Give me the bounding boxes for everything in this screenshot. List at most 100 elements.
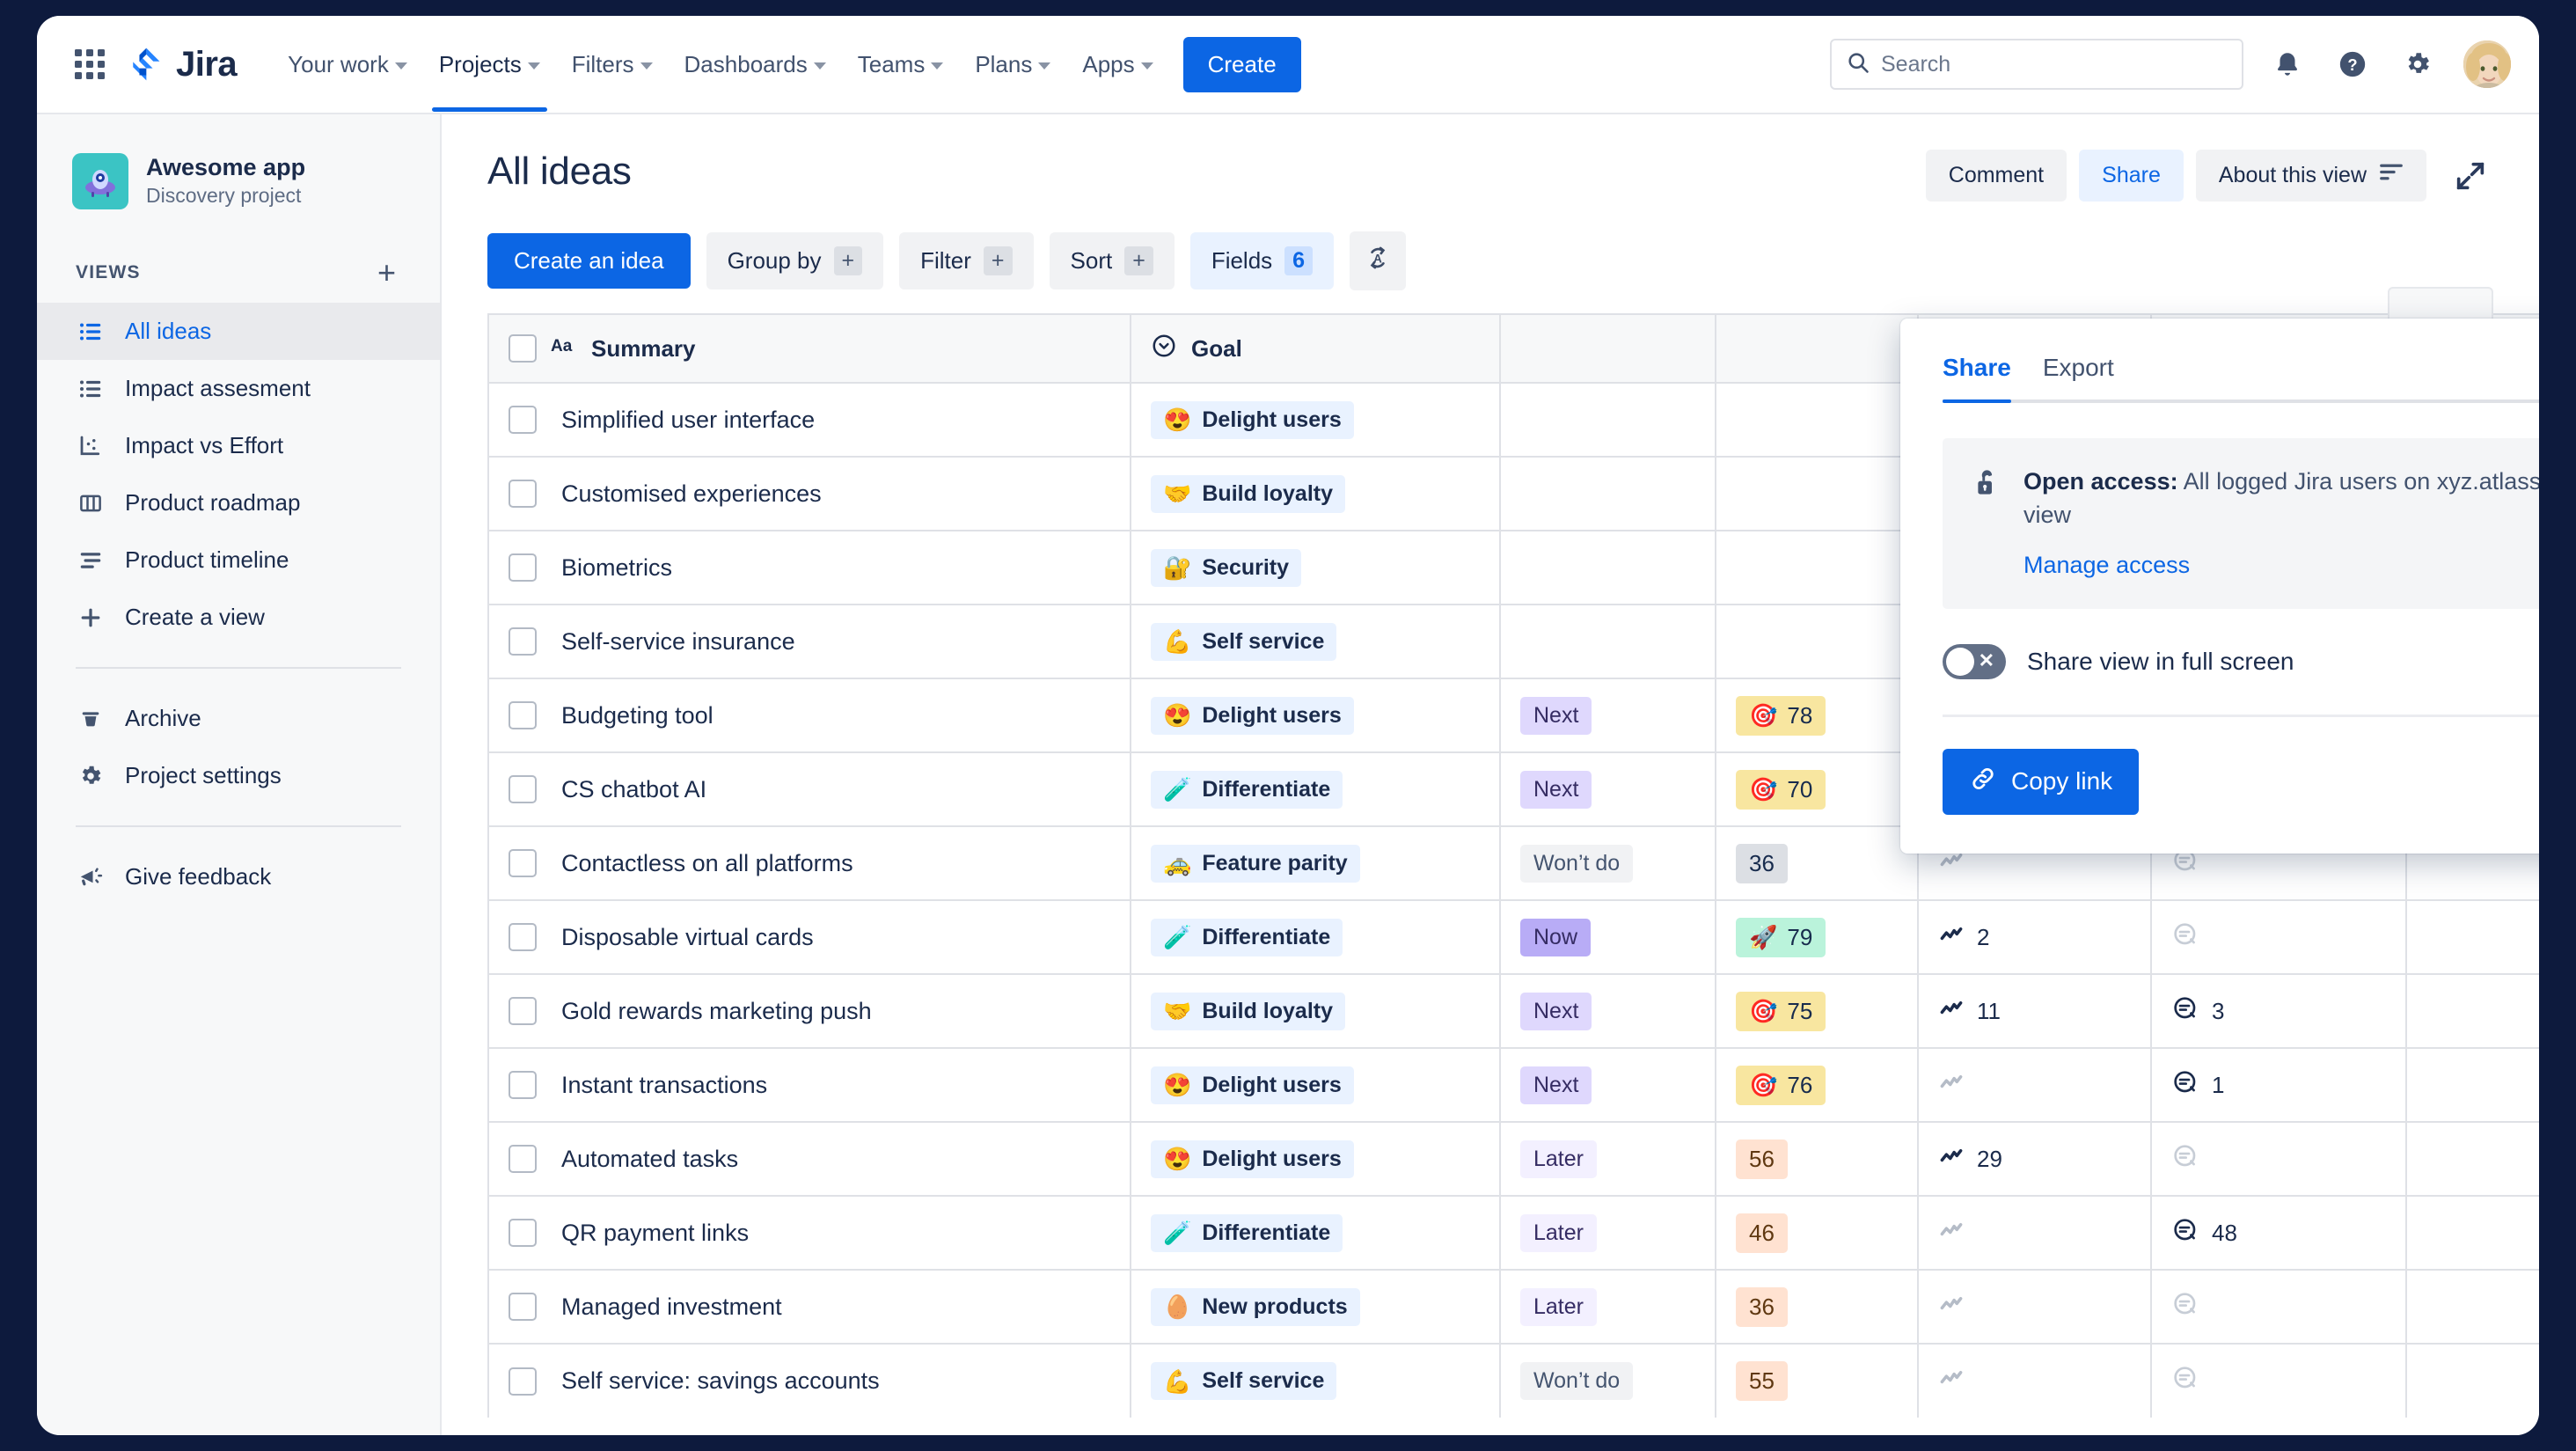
sidebar-item-archive[interactable]: Archive	[37, 690, 440, 747]
cell-score[interactable]: 🎯 78	[1716, 678, 1919, 752]
tab-share[interactable]: Share	[1943, 354, 2011, 403]
status-badge[interactable]: Won’t do	[1520, 844, 1634, 883]
status-badge[interactable]: Now	[1520, 918, 1592, 956]
sidebar-item-all-ideas[interactable]: All ideas	[37, 303, 440, 360]
cell-score[interactable]: 55	[1716, 1343, 1919, 1418]
column-header-summary[interactable]: Aa Summary	[487, 313, 1131, 383]
search-box[interactable]	[1830, 39, 2243, 90]
score-badge[interactable]: 36	[1736, 843, 1788, 883]
cell-status[interactable]: Next	[1500, 973, 1716, 1048]
cell-summary[interactable]: Budgeting tool	[487, 678, 1131, 752]
table-row[interactable]: Gold rewards marketing push 🤝 Build loyal…	[487, 973, 2539, 1048]
cell-goal[interactable]: 💪 Self service	[1131, 604, 1501, 678]
cell-goal[interactable]: 😍 Delight users	[1131, 1047, 1501, 1122]
goal-chip[interactable]: 🚕 Feature parity	[1151, 844, 1360, 883]
project-header[interactable]: Awesome app Discovery project	[37, 132, 440, 218]
cell-status[interactable]: Now	[1500, 899, 1716, 974]
cell-comments[interactable]	[2151, 1269, 2407, 1344]
cell-score[interactable]: 46	[1716, 1195, 1919, 1270]
cell-comments[interactable]: 48	[2151, 1195, 2407, 1270]
help-icon[interactable]: ?	[2331, 43, 2374, 85]
row-checkbox[interactable]	[509, 406, 537, 434]
table-row[interactable]: Automated tasks 😍 Delight users Later 56 …	[487, 1121, 2539, 1196]
column-header-status[interactable]	[1500, 313, 1716, 383]
cell-status[interactable]: Next	[1500, 678, 1716, 752]
cell-summary[interactable]: Gold rewards marketing push	[487, 973, 1131, 1048]
cell-score[interactable]	[1716, 382, 1919, 457]
goal-chip[interactable]: 💪 Self service	[1151, 1362, 1337, 1400]
status-badge[interactable]: Next	[1520, 992, 1592, 1030]
cell-comments[interactable]	[2151, 1343, 2407, 1418]
sidebar-item-impact-vs-effort[interactable]: Impact vs Effort	[37, 417, 440, 474]
goal-chip[interactable]: 🧪 Differentiate	[1151, 770, 1343, 809]
cell-goal[interactable]: 🤝 Build loyalty	[1131, 456, 1501, 531]
jira-logo[interactable]: Jira	[128, 45, 238, 84]
cell-summary[interactable]: CS chatbot AI	[487, 751, 1131, 826]
select-all-checkbox[interactable]	[509, 334, 537, 363]
cell-trend[interactable]: 11	[1918, 973, 2152, 1048]
table-row[interactable]: Self service: savings accounts 💪 Self ser…	[487, 1343, 2539, 1418]
row-checkbox[interactable]	[509, 1367, 537, 1396]
goal-chip[interactable]: 🥚 New products	[1151, 1287, 1360, 1326]
status-badge[interactable]: Later	[1520, 1287, 1597, 1326]
share-fullscreen-toggle[interactable]: ✕	[1943, 643, 2006, 679]
cell-status[interactable]	[1500, 456, 1716, 531]
share-button[interactable]: Share	[2079, 150, 2184, 202]
cell-summary[interactable]: Simplified user interface	[487, 382, 1131, 457]
cell-summary[interactable]: QR payment links	[487, 1195, 1131, 1270]
row-checkbox[interactable]	[509, 1219, 537, 1247]
row-checkbox[interactable]	[509, 701, 537, 729]
row-checkbox[interactable]	[509, 1293, 537, 1321]
about-this-view-button[interactable]: About this view	[2195, 150, 2426, 202]
row-checkbox[interactable]	[509, 627, 537, 656]
cell-score[interactable]	[1716, 604, 1919, 678]
sidebar-item-product-timeline[interactable]: Product timeline	[37, 531, 440, 589]
cell-summary[interactable]: Disposable virtual cards	[487, 899, 1131, 974]
table-row[interactable]: Instant transactions 😍 Delight users Next…	[487, 1047, 2539, 1122]
cell-status[interactable]	[1500, 530, 1716, 605]
cell-status[interactable]: Next	[1500, 1047, 1716, 1122]
cell-comments[interactable]	[2151, 899, 2407, 974]
sort-button[interactable]: Sort +	[1049, 231, 1175, 290]
manage-access-link[interactable]: Manage access	[2023, 552, 2190, 579]
score-badge[interactable]: 56	[1736, 1139, 1788, 1179]
add-view-plus-icon[interactable]: +	[372, 257, 401, 289]
cell-summary[interactable]: Self service: savings accounts	[487, 1343, 1131, 1418]
row-checkbox[interactable]	[509, 775, 537, 803]
sidebar-item-product-roadmap[interactable]: Product roadmap	[37, 474, 440, 531]
goal-chip[interactable]: 😍 Delight users	[1151, 696, 1354, 735]
cell-status[interactable]: Next	[1500, 751, 1716, 826]
cell-summary[interactable]: Contactless on all platforms	[487, 825, 1131, 900]
group-by-button[interactable]: Group by +	[706, 231, 884, 290]
expand-icon[interactable]	[2448, 153, 2493, 199]
create-an-idea-button[interactable]: Create an idea	[487, 233, 691, 289]
nav-item-projects[interactable]: Projects	[423, 39, 556, 112]
nav-item-apps[interactable]: Apps	[1066, 39, 1168, 91]
row-checkbox[interactable]	[509, 849, 537, 877]
table-row[interactable]: Managed investment 🥚 New products Later 3…	[487, 1269, 2539, 1344]
cell-trend[interactable]: 29	[1918, 1121, 2152, 1196]
cell-comments[interactable]: 3	[2151, 973, 2407, 1048]
goal-chip[interactable]: 💪 Self service	[1151, 622, 1337, 661]
status-badge[interactable]: Later	[1520, 1140, 1597, 1178]
cell-trend[interactable]	[1918, 1343, 2152, 1418]
tab-export[interactable]: Export	[2043, 354, 2114, 399]
cell-summary[interactable]: Instant transactions	[487, 1047, 1131, 1122]
score-badge[interactable]: 36	[1736, 1286, 1788, 1327]
cell-goal[interactable]: 🧪 Differentiate	[1131, 751, 1501, 826]
create-button[interactable]: Create	[1182, 36, 1301, 92]
cell-status[interactable]: Later	[1500, 1269, 1716, 1344]
score-badge[interactable]: 🎯 78	[1736, 695, 1826, 736]
cell-score[interactable]	[1716, 456, 1919, 531]
app-switcher-icon[interactable]	[70, 45, 109, 84]
column-header-score[interactable]	[1716, 313, 1919, 383]
cell-score[interactable]: 36	[1716, 825, 1919, 900]
cell-comments[interactable]	[2151, 1121, 2407, 1196]
score-badge[interactable]: 🎯 75	[1736, 991, 1826, 1031]
cell-trend[interactable]	[1918, 1269, 2152, 1344]
copy-link-button[interactable]: Copy link	[1943, 748, 2140, 815]
cell-status[interactable]: Won’t do	[1500, 1343, 1716, 1418]
column-header-goal[interactable]: Goal	[1131, 313, 1501, 383]
sidebar-item-give-feedback[interactable]: Give feedback	[37, 848, 440, 905]
settings-gear-icon[interactable]	[2397, 43, 2439, 85]
